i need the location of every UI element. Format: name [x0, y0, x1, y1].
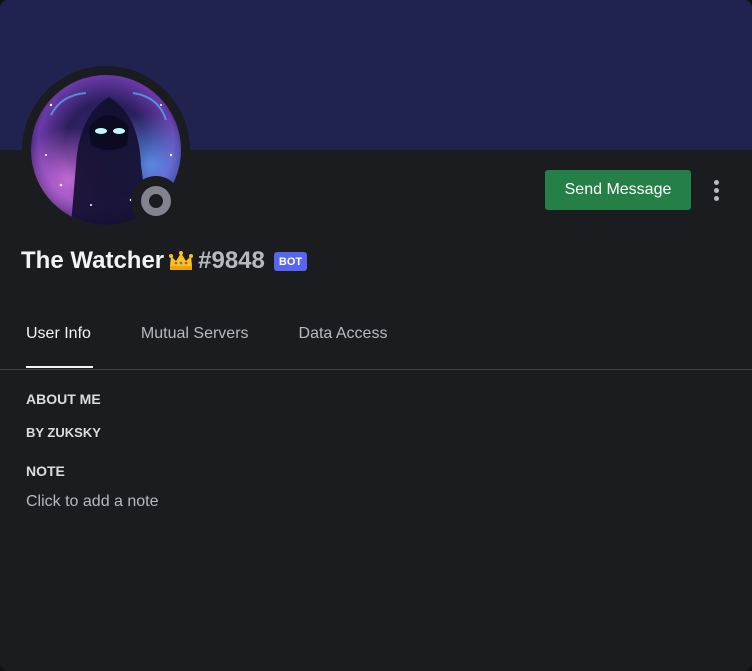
about-me-text: BY ZUKSKY [26, 425, 101, 440]
tab-data-access[interactable]: Data Access [299, 322, 388, 346]
active-tab-indicator [26, 366, 93, 368]
profile-tabs: User Info Mutual Servers Data Access [26, 322, 387, 346]
note-input[interactable]: Click to add a note [26, 493, 159, 511]
bot-tag-badge: BOT [273, 251, 308, 271]
more-dot [713, 187, 719, 193]
discriminator: #9848 [198, 247, 265, 274]
more-dot [713, 195, 719, 201]
name-row: The Watcher #9848 BOT [21, 244, 308, 278]
tab-user-info[interactable]: User Info [26, 322, 91, 346]
profile-card: Send Message The Watcher #9848 BOT User … [0, 0, 752, 671]
more-dot [713, 179, 719, 185]
username[interactable]: The Watcher [21, 247, 164, 275]
more-vertical-icon[interactable] [702, 175, 730, 205]
send-message-button[interactable]: Send Message [545, 170, 691, 210]
tabs-divider [0, 369, 752, 370]
about-me-heading: ABOUT ME [26, 391, 101, 407]
note-heading: NOTE [26, 463, 65, 479]
crown-icon [169, 251, 194, 270]
offline-status-icon [141, 186, 171, 216]
tab-mutual-servers[interactable]: Mutual Servers [141, 322, 249, 346]
